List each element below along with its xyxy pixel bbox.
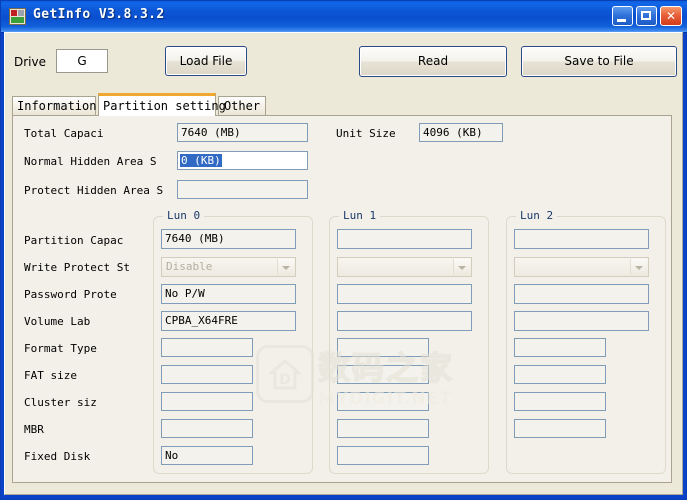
lun-2-cluster-size-input[interactable] <box>514 392 606 411</box>
chevron-down-icon <box>453 259 470 275</box>
volume-label-label: Volume Lab <box>24 315 91 328</box>
protect-hidden-area-size-input[interactable] <box>177 180 308 199</box>
lun-1-fixed-disk-input[interactable] <box>337 446 429 465</box>
lun-1-partition-capacity-input[interactable] <box>337 229 472 249</box>
total-capacity-label: Total Capaci <box>24 127 104 140</box>
lun-0-write-protect-status-value: Disable <box>166 260 213 273</box>
load-file-button[interactable]: Load File <box>165 46 247 76</box>
drive-label: Drive <box>14 55 46 69</box>
fat-size-label: FAT size <box>24 369 77 382</box>
lun-2-volume-label-input[interactable] <box>514 311 649 331</box>
title-bar: GetInfo V3.8.3.2 ✕ <box>1 1 687 33</box>
lun-1-mbr-input[interactable] <box>337 419 429 438</box>
lun-2-partition-capacity-input[interactable] <box>514 229 649 249</box>
app-icon <box>9 8 26 25</box>
maximize-button[interactable] <box>636 6 657 26</box>
minimize-icon <box>617 19 626 22</box>
lun-0-fat-size-input[interactable] <box>161 365 253 384</box>
normal-hidden-area-size-label: Normal Hidden Area S <box>24 155 157 168</box>
tab-partition-setting[interactable]: Partition setting <box>98 93 226 116</box>
unit-size-label: Unit Size <box>336 127 396 140</box>
lun-2-password-protect-input[interactable] <box>514 284 649 304</box>
lun-2-title: Lun 2 <box>516 209 558 222</box>
lun-2-mbr-input[interactable] <box>514 419 606 438</box>
chevron-down-icon <box>630 259 647 275</box>
save-to-file-button[interactable]: Save to File <box>521 46 677 77</box>
tab-information[interactable]: Information <box>12 96 96 115</box>
lun-1-password-protect-input[interactable] <box>337 284 472 304</box>
lun-2-fat-size-input[interactable] <box>514 365 606 384</box>
lun-0-mbr-input[interactable] <box>161 419 253 438</box>
lun-0-format-type-input[interactable] <box>161 338 253 357</box>
drive-input[interactable]: G <box>56 49 108 73</box>
normal-hidden-area-size-selected-text: 0 (KB) <box>180 154 222 167</box>
close-button[interactable]: ✕ <box>660 6 682 26</box>
lun-0-title: Lun 0 <box>163 209 205 222</box>
normal-hidden-area-size-input[interactable]: 0 (KB) <box>177 151 308 170</box>
maximize-icon <box>641 11 651 20</box>
mbr-label: MBR <box>24 423 44 436</box>
application-window: GetInfo V3.8.3.2 ✕ Drive G Load File Rea… <box>0 0 687 500</box>
minimize-button[interactable] <box>612 6 633 26</box>
lun-1-title: Lun 1 <box>339 209 381 222</box>
lun-0-volume-label-input[interactable]: CPBA_X64FRE <box>161 311 296 331</box>
window-title: GetInfo V3.8.3.2 <box>33 7 165 22</box>
lun-2-format-type-input[interactable] <box>514 338 606 357</box>
lun-1-volume-label-input[interactable] <box>337 311 472 331</box>
read-button[interactable]: Read <box>359 46 507 77</box>
format-type-label: Format Type <box>24 342 97 355</box>
lun-1-write-protect-status-select[interactable] <box>337 257 472 277</box>
protect-hidden-area-size-label: Protect Hidden Area S <box>24 184 164 197</box>
total-capacity-input[interactable]: 7640 (MB) <box>177 123 308 142</box>
lun-0-cluster-size-input[interactable] <box>161 392 253 411</box>
fixed-disk-label: Fixed Disk <box>24 450 91 463</box>
close-icon: ✕ <box>665 9 677 23</box>
partition-capacity-label: Partition Capac <box>24 234 124 247</box>
cluster-size-label: Cluster siz <box>24 396 97 409</box>
lun-1-fat-size-input[interactable] <box>337 365 429 384</box>
password-protect-label: Password Prote <box>24 288 117 301</box>
lun-1-format-type-input[interactable] <box>337 338 429 357</box>
lun-0-partition-capacity-input[interactable]: 7640 (MB) <box>161 229 296 249</box>
unit-size-input[interactable]: 4096 (KB) <box>419 123 503 142</box>
lun-0-password-protect-input[interactable]: No P/W <box>161 284 296 304</box>
lun-2-write-protect-status-select[interactable] <box>514 257 649 277</box>
lun-1-cluster-size-input[interactable] <box>337 392 429 411</box>
write-protect-status-label: Write Protect St <box>24 261 130 274</box>
lun-0-write-protect-status-select[interactable]: Disable <box>161 257 296 277</box>
lun-0-fixed-disk-input[interactable]: No <box>161 446 253 465</box>
chevron-down-icon <box>277 259 294 275</box>
